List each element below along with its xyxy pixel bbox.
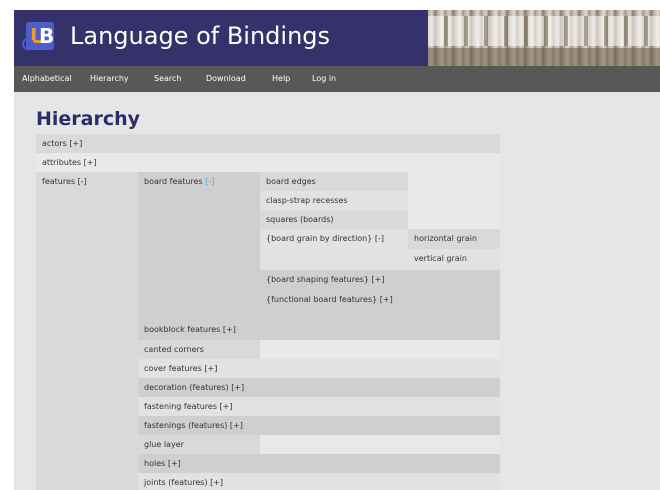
hierarchy-tree: actors [+] attributes [+] features [-] b…: [36, 134, 500, 490]
tree-node-label[interactable]: features [-]: [42, 177, 87, 186]
tree-node-label[interactable]: decoration (features) [+]: [144, 383, 244, 392]
tree-node-label[interactable]: {functional board features} [+]: [266, 295, 393, 304]
tree-node-label[interactable]: fastenings (features) [+]: [144, 421, 243, 430]
tree-node-joints-features[interactable]: joints (features) [+]: [138, 473, 500, 490]
tree-node-label[interactable]: holes [+]: [144, 459, 181, 468]
tree-node-label[interactable]: joints (features) [+]: [144, 478, 223, 487]
page: LB Language of Bindings Alphabetical Hie…: [14, 10, 660, 490]
page-title: Hierarchy: [36, 108, 141, 130]
tree-node-label[interactable]: clasp-strap recesses: [266, 196, 348, 205]
tree-node-board-shaping-features[interactable]: {board shaping features} [+]: [260, 270, 500, 290]
tree-node-features[interactable]: features [-]: [36, 172, 138, 490]
tree-node-bookblock-features[interactable]: bookblock features [+]: [138, 320, 500, 340]
tree-node-attributes[interactable]: attributes [+]: [36, 153, 500, 172]
tree-node-label[interactable]: horizontal grain: [414, 234, 477, 243]
nav-download[interactable]: Download: [206, 66, 246, 92]
tree-node-label[interactable]: {board grain by direction} [-]: [266, 234, 384, 243]
tree-node-label[interactable]: glue layer: [144, 440, 184, 449]
tree-node-label[interactable]: squares (boards): [266, 215, 333, 224]
tree-node-canted-corners[interactable]: canted corners: [138, 340, 260, 359]
tree-node-board-features: board features [-]: [138, 172, 260, 320]
tree-node-board-edges[interactable]: board edges: [260, 172, 408, 191]
tree-node-squares-boards[interactable]: squares (boards): [260, 210, 408, 229]
tree-node-fastening-features[interactable]: fastening features [+]: [138, 397, 500, 416]
nav-hierarchy[interactable]: Hierarchy: [90, 66, 129, 92]
site-title[interactable]: Language of Bindings: [70, 22, 330, 50]
tree-node-cover-features[interactable]: cover features [+]: [138, 359, 500, 378]
nav-alphabetical[interactable]: Alphabetical: [22, 66, 72, 92]
tree-node-board-grain-by-direction[interactable]: {board grain by direction} [-]: [260, 229, 408, 270]
tree-node-label[interactable]: board edges: [266, 177, 316, 186]
tree-node-actors[interactable]: actors [+]: [36, 134, 500, 153]
tree-node-label[interactable]: fastening features [+]: [144, 402, 232, 411]
main-nav: Alphabetical Hierarchy Search Download H…: [14, 66, 660, 92]
collapse-toggle[interactable]: [-]: [205, 177, 214, 186]
row-filler: [260, 435, 500, 454]
tree-node-label[interactable]: {board shaping features} [+]: [266, 275, 385, 284]
nav-log-in[interactable]: Log in: [312, 66, 336, 92]
tree-node-decoration-features[interactable]: decoration (features) [+]: [138, 378, 500, 397]
tree-node-fastenings-features[interactable]: fastenings (features) [+]: [138, 416, 500, 435]
bookbinding-photo: [428, 10, 660, 66]
board-features-spacer: [260, 310, 500, 320]
tree-node-label[interactable]: bookblock features [+]: [144, 325, 236, 334]
nav-search[interactable]: Search: [154, 66, 181, 92]
nav-help[interactable]: Help: [272, 66, 290, 92]
tree-node-vertical-grain[interactable]: vertical grain: [408, 249, 500, 270]
tree-node-label[interactable]: board features: [144, 177, 203, 186]
board-children-filler: [408, 172, 500, 229]
lob-logo-icon[interactable]: LB: [22, 22, 54, 50]
tree-node-glue-layer[interactable]: glue layer: [138, 435, 260, 454]
tree-node-holes[interactable]: holes [+]: [138, 454, 500, 473]
tree-node-label[interactable]: canted corners: [144, 345, 204, 354]
row-filler: [260, 340, 500, 359]
tree-node-horizontal-grain[interactable]: horizontal grain: [408, 229, 500, 249]
tree-node-clasp-strap-recesses[interactable]: clasp-strap recesses: [260, 191, 408, 210]
tree-node-label[interactable]: cover features [+]: [144, 364, 217, 373]
tree-node-functional-board-features[interactable]: {functional board features} [+]: [260, 290, 500, 310]
tree-node-label[interactable]: attributes [+]: [42, 158, 97, 167]
tree-node-label[interactable]: actors [+]: [42, 139, 82, 148]
site-banner: LB Language of Bindings: [14, 10, 660, 66]
tree-node-label[interactable]: vertical grain: [414, 254, 467, 263]
